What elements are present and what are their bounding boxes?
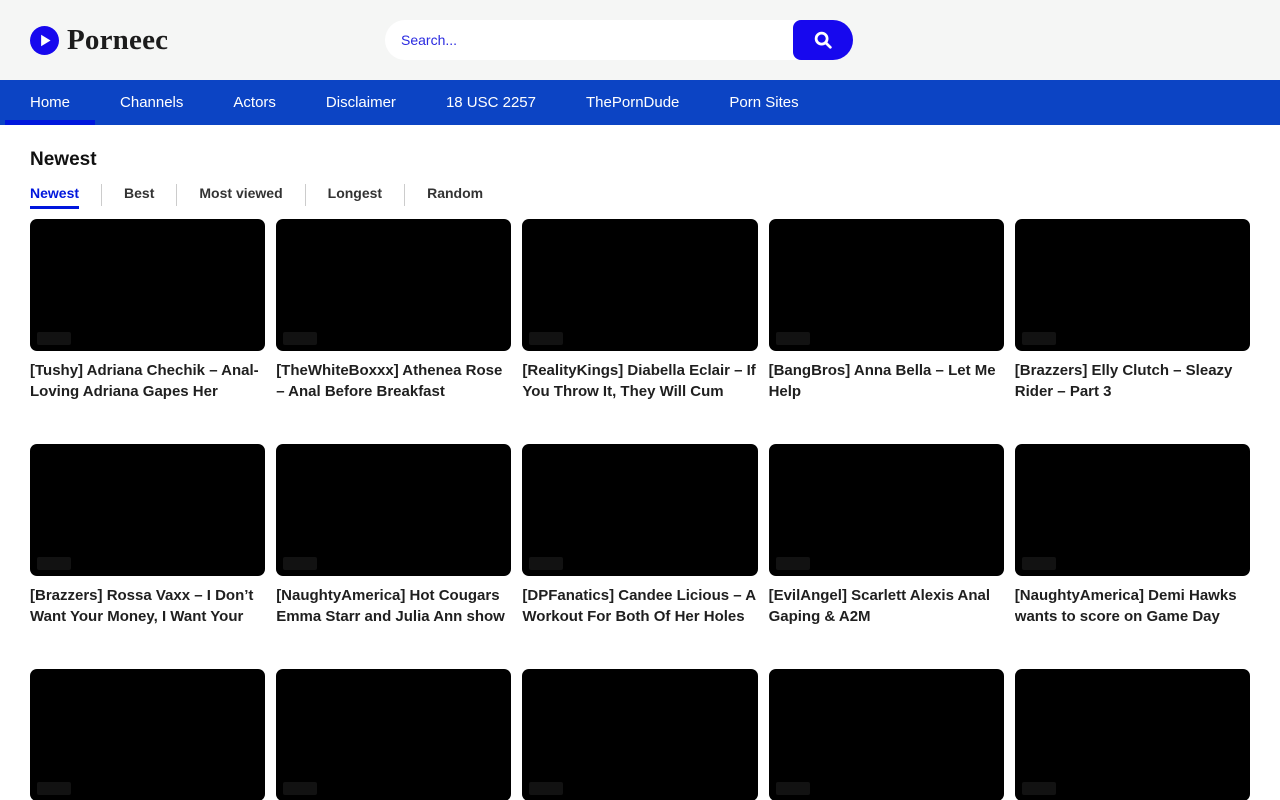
nav-item-channels[interactable]: Channels (95, 80, 208, 125)
video-card (769, 669, 1004, 800)
video-card (522, 669, 757, 800)
tab-most-viewed[interactable]: Most viewed (177, 181, 304, 209)
video-thumbnail[interactable] (276, 219, 511, 351)
video-title[interactable]: [BangBros] Anna Bella – Let Me Help (769, 360, 1004, 402)
video-card (1015, 669, 1250, 800)
video-title[interactable]: [Tushy] Adriana Chechik – Anal-Loving Ad… (30, 360, 265, 402)
duration-badge (529, 557, 563, 570)
site-header: Porneec (0, 0, 1280, 80)
video-title[interactable]: [DPFanatics] Candee Licious – A Workout … (522, 585, 757, 627)
brand-name: Porneec (67, 24, 168, 57)
main-nav: Home Channels Actors Disclaimer 18 USC 2… (0, 80, 1280, 125)
video-thumbnail[interactable] (522, 219, 757, 351)
video-thumbnail[interactable] (30, 219, 265, 351)
duration-badge (283, 782, 317, 795)
video-thumbnail[interactable] (769, 669, 1004, 800)
duration-badge (283, 332, 317, 345)
duration-badge (283, 557, 317, 570)
video-card: [DPFanatics] Candee Licious – A Workout … (522, 444, 757, 627)
duration-badge (37, 332, 71, 345)
nav-item-actors[interactable]: Actors (208, 80, 301, 125)
nav-item-home[interactable]: Home (5, 80, 95, 125)
duration-badge (37, 782, 71, 795)
video-title[interactable]: [TheWhiteBoxxx] Athenea Rose – Anal Befo… (276, 360, 511, 402)
video-card: [NaughtyAmerica] Demi Hawks wants to sco… (1015, 444, 1250, 627)
video-card: [Brazzers] Elly Clutch – Sleazy Rider – … (1015, 219, 1250, 402)
video-card: [TheWhiteBoxxx] Athenea Rose – Anal Befo… (276, 219, 511, 402)
duration-badge (776, 332, 810, 345)
brand-logo[interactable]: Porneec (30, 0, 168, 80)
search-button[interactable] (793, 20, 853, 60)
video-thumbnail[interactable] (769, 219, 1004, 351)
nav-item-disclaimer[interactable]: Disclaimer (301, 80, 421, 125)
video-card: [RealityKings] Diabella Eclair – If You … (522, 219, 757, 402)
video-thumbnail[interactable] (522, 669, 757, 800)
tab-best[interactable]: Best (102, 181, 176, 209)
video-title[interactable]: [RealityKings] Diabella Eclair – If You … (522, 360, 757, 402)
video-card: [Brazzers] Rossa Vaxx – I Don’t Want You… (30, 444, 265, 627)
video-thumbnail[interactable] (1015, 669, 1250, 800)
duration-badge (776, 557, 810, 570)
video-thumbnail[interactable] (1015, 219, 1250, 351)
duration-badge (529, 332, 563, 345)
search-icon (812, 29, 834, 51)
video-card: [Tushy] Adriana Chechik – Anal-Loving Ad… (30, 219, 265, 402)
main-content: Newest Newest Best Most viewed Longest R… (0, 149, 1280, 800)
video-card: [EvilAngel] Scarlett Alexis Anal Gaping … (769, 444, 1004, 627)
duration-badge (1022, 782, 1056, 795)
play-icon (30, 26, 59, 55)
video-thumbnail[interactable] (522, 444, 757, 576)
video-thumbnail[interactable] (769, 444, 1004, 576)
video-title[interactable]: [EvilAngel] Scarlett Alexis Anal Gaping … (769, 585, 1004, 627)
video-card: [NaughtyAmerica] Hot Cougars Emma Starr … (276, 444, 511, 627)
video-title[interactable]: [NaughtyAmerica] Demi Hawks wants to sco… (1015, 585, 1250, 627)
search-input[interactable] (385, 20, 799, 60)
video-card (276, 669, 511, 800)
nav-item-theporndude[interactable]: ThePornDude (561, 80, 704, 125)
sort-tabs: Newest Best Most viewed Longest Random (30, 181, 1250, 209)
video-thumbnail[interactable] (30, 444, 265, 576)
video-card: [BangBros] Anna Bella – Let Me Help (769, 219, 1004, 402)
video-title[interactable]: [Brazzers] Rossa Vaxx – I Don’t Want You… (30, 585, 265, 627)
nav-item-porn-sites[interactable]: Porn Sites (704, 80, 823, 125)
video-grid: [Tushy] Adriana Chechik – Anal-Loving Ad… (30, 219, 1250, 800)
duration-badge (37, 557, 71, 570)
tab-random[interactable]: Random (405, 181, 505, 209)
video-thumbnail[interactable] (276, 444, 511, 576)
video-thumbnail[interactable] (30, 669, 265, 800)
tab-longest[interactable]: Longest (306, 181, 404, 209)
tab-newest[interactable]: Newest (30, 181, 101, 209)
video-title[interactable]: [Brazzers] Elly Clutch – Sleazy Rider – … (1015, 360, 1250, 402)
video-thumbnail[interactable] (1015, 444, 1250, 576)
duration-badge (1022, 332, 1056, 345)
video-title[interactable]: [NaughtyAmerica] Hot Cougars Emma Starr … (276, 585, 511, 627)
video-thumbnail[interactable] (276, 669, 511, 800)
duration-badge (776, 782, 810, 795)
duration-badge (1022, 557, 1056, 570)
duration-badge (529, 782, 563, 795)
page-title: Newest (30, 149, 1250, 171)
nav-item-18-usc-2257[interactable]: 18 USC 2257 (421, 80, 561, 125)
search-bar (385, 20, 853, 60)
video-card (30, 669, 265, 800)
